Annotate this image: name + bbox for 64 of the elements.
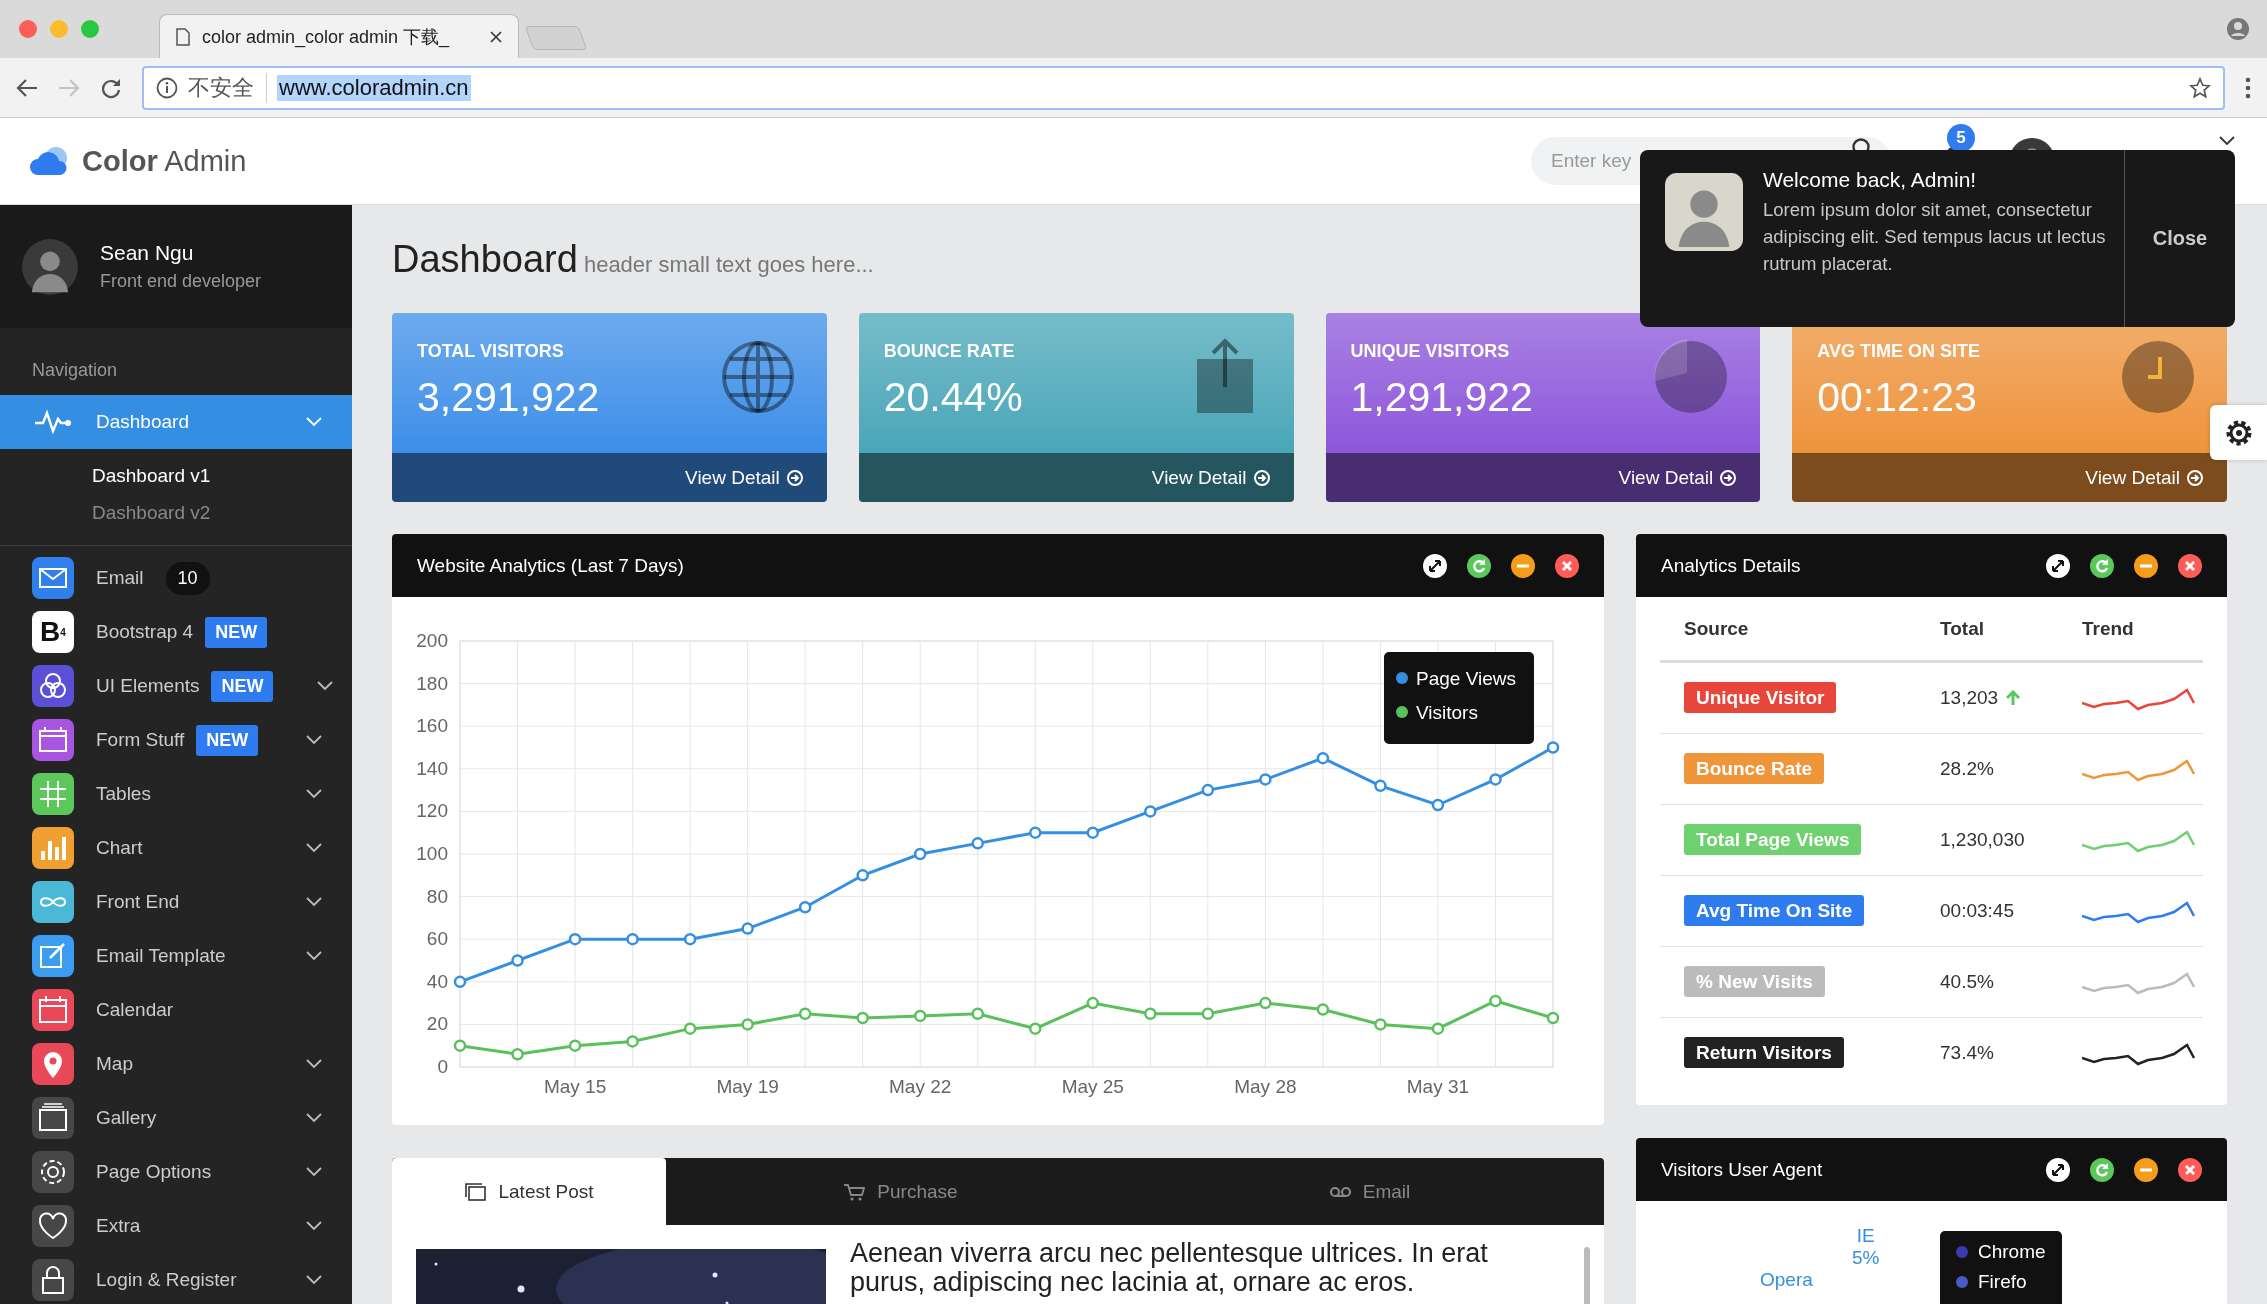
page-subtitle: header small text goes here... [583,252,874,277]
x-tick-label: May 19 [716,1076,779,1097]
section-title: Navigation [31,359,119,382]
y-tick-label: 180 [416,672,448,694]
source-label: Avg Time On Site [1684,895,1865,926]
stat-label: UNIQUE VISITORS [1350,341,1511,362]
total-value: 1,230,030 [1940,829,2025,851]
y-tick-label: 0 [437,1056,448,1077]
legend-label: Chrome [1978,1241,2046,1263]
brand-name: Color Admin [82,144,247,178]
pie-value: 5% [1852,1247,1880,1269]
source-label: Bounce Rate [1684,753,1825,784]
source-label: % New Visits [1684,966,1825,997]
y-tick-label: 160 [416,715,448,737]
total-value: 40.5% [1940,971,1994,993]
panel-title: Visitors User Agent [1661,1158,1823,1181]
source-label: Return Visitors [1684,1037,1844,1068]
y-tick-label: 140 [416,757,448,779]
y-tick-label: 200 [416,630,448,651]
stat-label: TOTAL VISITORS [417,341,565,362]
panel-title: Website Analytics (Last 7 Days) [417,554,684,577]
y-tick-label: 80 [426,885,448,907]
count-badge: 10 [165,561,210,595]
profile-name: Sean Ngu [100,241,195,265]
y-tick-label: 40 [426,970,448,992]
notification-badge: 5 [1947,124,1975,152]
stat-label: BOUNCE RATE [883,341,1016,362]
total-value: 00:03:45 [1940,900,2014,922]
x-tick-label: May 25 [1061,1076,1124,1097]
new-badge: NEW [205,616,268,648]
total-value: 28.2% [1940,758,1994,780]
column-header: Trend [2082,617,2134,639]
legend-label: Page Views [1416,668,1516,689]
legend-label: Visitors [1416,702,1478,723]
new-badge: NEW [211,670,274,702]
stat-value: 1,291,922 [1350,374,1533,421]
source-label: Total Page Views [1684,824,1862,855]
bootstrap-logo-icon: B$^{4}$ [32,611,74,653]
y-tick-label: 120 [416,800,448,822]
column-header: Total [1940,617,1984,639]
profile-role: Front end developer [100,271,262,292]
total-value: 13,203 [1940,687,1999,709]
panel-title: Analytics Details [1661,554,1801,577]
notification-message: Lorem ipsum dolor sit amet, consectetur adipiscing elit. Sed tempus lacus ut lectus rutrum placerat. [1763,198,2107,276]
y-tick-label: 60 [426,928,448,950]
column-header: Source [1684,617,1749,639]
x-tick-label: May 15 [543,1076,607,1097]
pie-label: IE [1855,1225,1876,1247]
source-label: Unique Visitor [1684,682,1837,713]
stat-value: 3,291,922 [417,374,600,421]
y-tick-label: 20 [426,1013,448,1035]
x-tick-label: May 22 [889,1076,952,1097]
y-tick-label: 100 [416,843,448,864]
stat-value: 20.44% [883,374,1023,421]
total-value: 73.4% [1940,1042,1994,1064]
x-tick-label: May 28 [1234,1076,1297,1097]
new-badge: NEW [196,724,259,756]
stat-value: 00:12:23 [1817,374,1978,421]
page-title: Dashboard [392,238,578,280]
x-tick-label: May 31 [1406,1076,1470,1097]
notification-title: Welcome back, Admin! [1763,168,1978,192]
legend-label: Firefo [1978,1271,2027,1293]
stat-label: AVG TIME ON SITE [1817,341,1980,362]
pie-label: Opera [1760,1269,1813,1291]
